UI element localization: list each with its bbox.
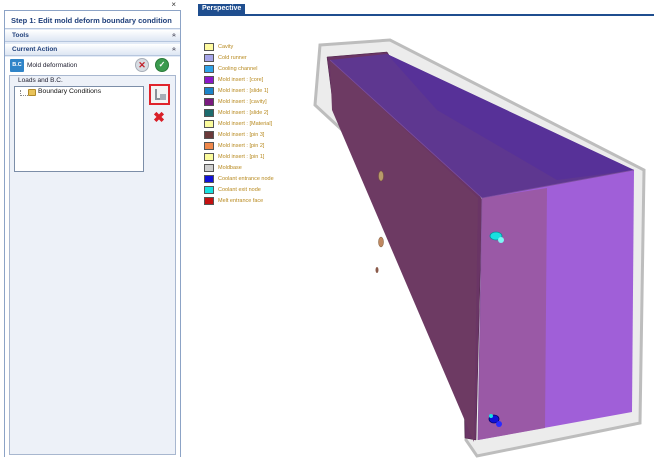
close-icon[interactable]: × bbox=[171, 0, 176, 9]
legend-swatch bbox=[204, 65, 214, 73]
legend-label: Cavity bbox=[218, 44, 234, 50]
collapse-chevron-icon[interactable]: « bbox=[169, 47, 177, 51]
legend-swatch bbox=[204, 43, 214, 51]
legend-swatch bbox=[204, 164, 214, 172]
legend-label: Mold insert : [slide 2] bbox=[218, 110, 269, 116]
pin-marker bbox=[378, 236, 384, 248]
step-title: Step 1: Edit mold deform boundary condit… bbox=[5, 11, 180, 29]
tools-section-label: Tools bbox=[12, 32, 29, 39]
action-name: Mold deformation bbox=[27, 62, 78, 69]
legend-swatch bbox=[204, 153, 214, 161]
legend-label: Mold insert : [pin 1] bbox=[218, 154, 265, 160]
current-action-section-header[interactable]: Current Action « bbox=[5, 44, 180, 56]
step-panel: Step 1: Edit mold deform boundary condit… bbox=[4, 10, 181, 457]
pin-marker bbox=[378, 170, 384, 182]
edit-icon-detail bbox=[160, 94, 166, 100]
cancel-button[interactable]: ✕ bbox=[135, 58, 149, 72]
legend-label: Mold insert : [cavity] bbox=[218, 99, 267, 105]
current-action-section-label: Current Action bbox=[12, 46, 58, 53]
legend-label: Melt entrance face bbox=[218, 198, 264, 204]
tree-connector bbox=[20, 90, 28, 96]
legend-swatch bbox=[204, 186, 214, 194]
folder-icon bbox=[28, 89, 36, 96]
legend-swatch bbox=[204, 120, 214, 128]
boundary-condition-icon: B.C bbox=[10, 59, 24, 72]
legend-label: Cooling channel bbox=[218, 66, 258, 72]
edit-button[interactable] bbox=[149, 84, 170, 105]
legend-label: Mold insert : [core] bbox=[218, 77, 264, 83]
left-panel: × Step 1: Edit mold deform boundary cond… bbox=[0, 0, 181, 459]
legend-label: Mold insert : [slide 1] bbox=[218, 88, 269, 94]
legend-swatch bbox=[204, 131, 214, 139]
legend-swatch bbox=[204, 87, 214, 95]
legend-label: Moldbase bbox=[218, 165, 242, 171]
legend-swatch bbox=[204, 98, 214, 106]
delete-icon: ✖ bbox=[153, 109, 165, 125]
confirm-button[interactable]: ✓ bbox=[155, 58, 169, 72]
collapse-chevron-icon[interactable]: « bbox=[169, 33, 177, 37]
pin-marker bbox=[375, 267, 379, 273]
check-icon: ✓ bbox=[158, 60, 166, 69]
legend-label: Coolant exit node bbox=[218, 187, 261, 193]
legend-swatch bbox=[204, 175, 214, 183]
legend-label: Mold insert : [pin 2] bbox=[218, 143, 265, 149]
legend-swatch bbox=[204, 109, 214, 117]
legend-label: Mold insert : [Material] bbox=[218, 121, 273, 127]
loads-bc-group: Loads and B.C. Boundary Conditions ✖ bbox=[9, 75, 176, 455]
tree-item-boundary-conditions[interactable]: Boundary Conditions bbox=[38, 88, 101, 95]
legend-swatch bbox=[204, 76, 214, 84]
legend-label: Mold insert : [pin 3] bbox=[218, 132, 265, 138]
panel-top-strip: × bbox=[0, 0, 181, 10]
3d-viewport[interactable]: Perspective Cavity Cold runner Cooling c… bbox=[181, 0, 654, 459]
tools-section-header[interactable]: Tools « bbox=[5, 30, 180, 42]
legend-swatch bbox=[204, 197, 214, 205]
loads-bc-group-label: Loads and B.C. bbox=[18, 77, 63, 84]
delete-button[interactable]: ✖ bbox=[152, 110, 166, 124]
boundary-condition-tree[interactable]: Boundary Conditions bbox=[14, 86, 144, 172]
legend-swatch bbox=[204, 142, 214, 150]
current-action-area: B.C Mold deformation ✕ ✓ Loads and B.C. … bbox=[5, 57, 180, 457]
mold-right-face-shade bbox=[478, 188, 547, 440]
legend-label: Cold runner bbox=[218, 55, 247, 61]
cancel-icon: ✕ bbox=[138, 60, 146, 70]
legend-swatch bbox=[204, 54, 214, 62]
legend-label: Coolant entrance node bbox=[218, 176, 274, 182]
